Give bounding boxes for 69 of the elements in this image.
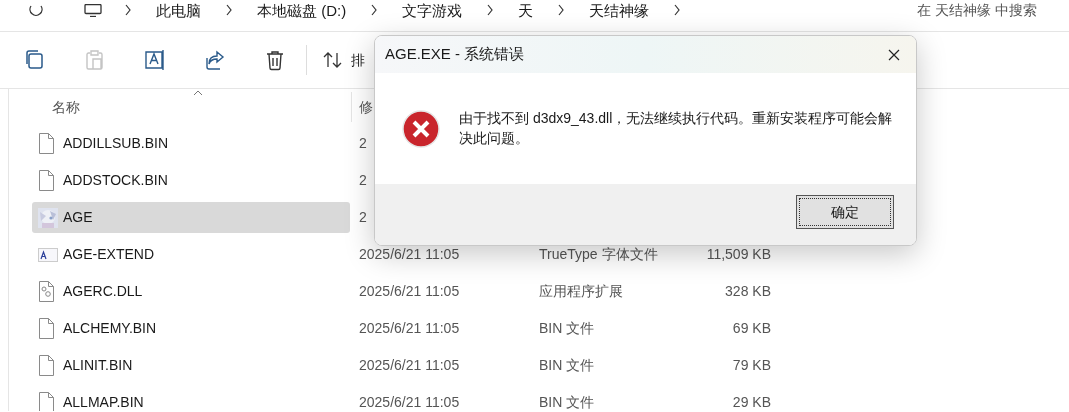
ok-button[interactable]: 确定	[796, 195, 894, 229]
error-icon	[402, 110, 440, 148]
share-icon	[203, 49, 225, 71]
sort-caret-icon	[193, 90, 203, 96]
file-name: ADDSTOCK.BIN	[63, 171, 168, 190]
file-row[interactable]: AGE	[32, 202, 350, 233]
modified-date: 2025/6/21 11:05	[359, 283, 460, 299]
modified-date: 2025/6/21 11:05	[359, 357, 460, 373]
column-header[interactable]: 修	[359, 96, 373, 118]
file-size: 328 KB	[725, 283, 771, 299]
modified-date: 2025/6/21 11:05	[359, 246, 460, 262]
font-file-icon	[38, 247, 58, 262]
file-row[interactable]: ALCHEMY.BIN	[32, 313, 350, 344]
file-name: ALLMAP.BIN	[63, 393, 144, 411]
gear-file-icon	[38, 280, 55, 303]
chevron-icon	[557, 4, 566, 16]
file-row[interactable]: AGERC.DLL	[32, 276, 350, 307]
file-row[interactable]: AGE-EXTEND	[32, 239, 350, 270]
file-size: 69 KB	[732, 320, 771, 336]
file-name: ALCHEMY.BIN	[63, 319, 157, 338]
file-row[interactable]: ADDILLSUB.BIN	[32, 128, 350, 159]
file-type: TrueType 字体文件	[539, 246, 658, 262]
file-type: BIN 文件	[539, 320, 595, 336]
file-row[interactable]: ALLMAP.BIN	[32, 387, 350, 411]
chevron-icon	[486, 4, 495, 16]
breadcrumb-item[interactable]: 此电脑	[154, 2, 203, 18]
sort-icon	[323, 51, 343, 69]
modified-date: 2025/6/21 11:05	[359, 394, 460, 410]
refresh-icon[interactable]	[28, 4, 44, 16]
file-icon	[38, 317, 55, 340]
text-box-icon	[143, 49, 165, 71]
breadcrumb-item[interactable]: 本地磁盘 (D:)	[255, 2, 349, 18]
clipboard-icon	[83, 49, 105, 71]
column-header[interactable]: 名称	[52, 96, 351, 118]
file-row[interactable]: ALINIT.BIN	[32, 350, 350, 381]
file-size: 29 KB	[732, 394, 771, 410]
file-size: 11,509 KB	[706, 246, 771, 262]
file-type: BIN 文件	[539, 357, 595, 373]
chevron-icon	[124, 4, 132, 16]
file-name: ADDILLSUB.BIN	[63, 134, 169, 153]
chevron-icon	[673, 4, 682, 16]
breadcrumb-item[interactable]: 天结神缘	[587, 2, 652, 18]
dialog-title: AGE.EXE - 系统错误	[385, 44, 525, 65]
file-icon	[38, 169, 55, 192]
file-type: 应用程序扩展	[539, 283, 623, 299]
file-name: AGE-EXTEND	[63, 245, 154, 264]
monitor-icon	[84, 3, 102, 17]
sort-button[interactable]: 排	[323, 49, 365, 71]
file-name: AGERC.DLL	[63, 282, 143, 301]
file-name: ALINIT.BIN	[63, 356, 133, 375]
file-size: 79 KB	[732, 357, 771, 373]
chevron-icon	[225, 4, 233, 16]
file-type: BIN 文件	[539, 394, 595, 410]
modified-date: 2	[359, 209, 367, 225]
copy-icon	[23, 49, 45, 71]
file-name: AGE	[63, 208, 93, 227]
search-field[interactable]: 在 天结神缘 中搜索	[917, 2, 1063, 18]
modified-date: 2	[359, 135, 367, 151]
file-icon	[38, 132, 55, 155]
breadcrumb-item[interactable]: 文字游戏	[400, 2, 465, 18]
modified-date: 2025/6/21 11:05	[359, 320, 460, 336]
modified-date: 2	[359, 172, 367, 188]
chevron-icon	[370, 4, 379, 16]
error-message: 由于找不到 d3dx9_43.dll，无法继续执行代码。重新安装程序可能会解决此问题。	[459, 109, 894, 148]
file-icon	[38, 391, 55, 411]
close-icon	[888, 48, 900, 61]
file-icon	[38, 354, 55, 377]
breadcrumb-item[interactable]: 天	[516, 2, 536, 18]
file-row[interactable]: ADDSTOCK.BIN	[32, 165, 350, 196]
